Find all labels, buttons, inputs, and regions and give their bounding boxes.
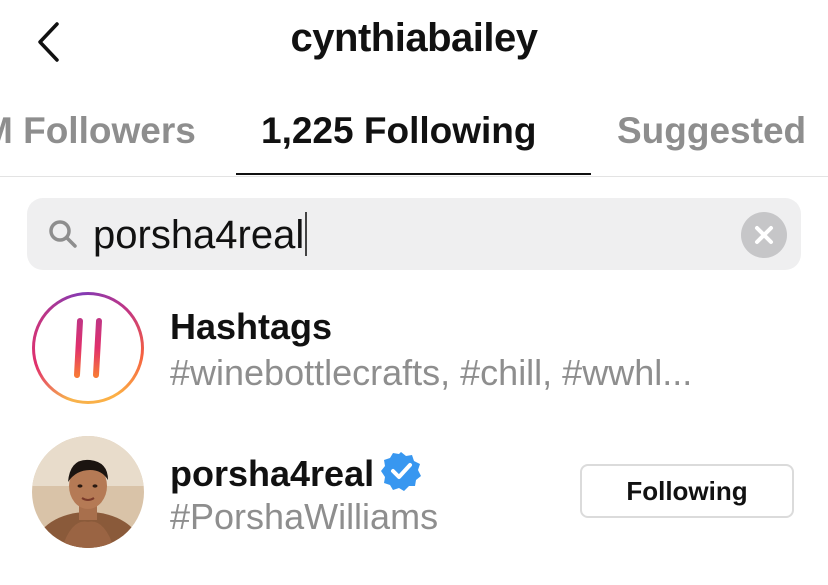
clear-icon [755,226,773,244]
text-caret [305,212,308,256]
tab-suggested[interactable]: Suggested [617,110,806,152]
header: cynthiabailey [0,0,828,86]
active-tab-indicator [236,173,591,175]
account-subtitle: #PorshaWilliams [170,496,439,537]
search-input[interactable]: porsha4real [93,212,308,258]
search-icon [49,220,77,248]
hashtags-result-row[interactable]: Hashtags #winebottlecrafts, #chill, #wwh… [0,288,828,408]
page-title: cynthiabailey [290,16,538,60]
verified-badge-icon [381,452,422,491]
hashtags-title: Hashtags [170,306,333,347]
clear-search-button[interactable] [741,212,787,258]
hashtag-avatar-ring [32,292,144,404]
hashtags-subtitle: #winebottlecrafts, #chill, #wwhl... [170,352,693,393]
account-username: porsha4real [170,453,375,494]
profile-photo [32,436,144,548]
tab-followers[interactable]: M Followers [0,110,196,152]
account-name-line: porsha4real [170,450,422,495]
following-button[interactable]: Following [580,464,794,518]
tab-bar: M Followers 1,225 Following Suggested [0,96,828,177]
avatar[interactable] [32,436,144,548]
hashtag-icon [60,318,115,378]
search-value: porsha4real [93,213,305,257]
account-result-row[interactable]: porsha4real #PorshaWilliams Following [0,432,828,552]
search-bar[interactable]: porsha4real [27,198,801,270]
tab-following[interactable]: 1,225 Following [261,110,537,152]
